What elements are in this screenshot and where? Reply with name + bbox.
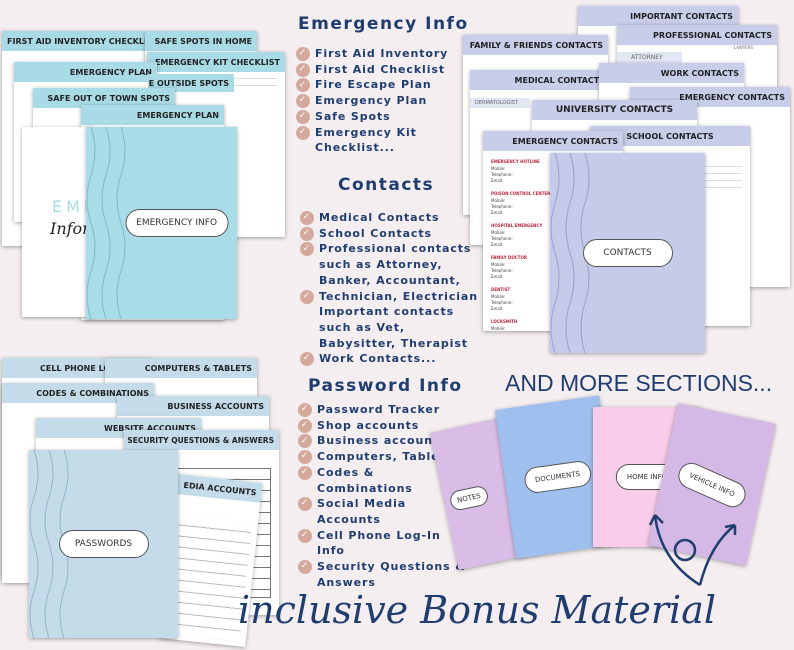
list-item-label: Cell Phone Log-In Info — [317, 528, 441, 558]
list-item: ✓ Emergency Plan — [296, 93, 456, 109]
check-icon: ✓ — [296, 125, 310, 140]
check-icon: ✓ — [300, 211, 314, 225]
check-icon: ✓ — [296, 94, 310, 109]
check-icon: ✓ — [296, 47, 310, 61]
list-item: ✓ First Aid Checklist — [296, 62, 456, 78]
list-item-label: Work Contacts... — [319, 352, 437, 366]
curly-arrows-icon — [648, 514, 737, 587]
contacts-cover: CONTACTS — [550, 153, 705, 353]
list-item: ✓ Fire Escape Plan — [296, 77, 456, 93]
check-icon: ✓ — [298, 465, 312, 480]
emergency-info-list: ✓ First Aid Inventory ✓ First Aid Checklist… — [296, 46, 456, 156]
check-icon: ✓ — [298, 403, 312, 417]
list-item-label: Professional contacts such as Attorney, … — [319, 242, 472, 287]
check-icon: ✓ — [296, 78, 310, 93]
check-icon: ✓ — [300, 242, 314, 257]
passwords-cover: PASSWORDS — [29, 450, 178, 638]
list-item: ✓ Security Questions & Answers — [298, 559, 468, 590]
check-icon: ✓ — [300, 226, 314, 241]
list-item: ✓ Social Media Accounts — [298, 496, 468, 527]
check-icon: ✓ — [298, 560, 312, 575]
check-icon: ✓ — [300, 289, 314, 304]
emergency-info-cover: EMERGENCY INFO — [86, 127, 237, 319]
list-item-label: First Aid Inventory — [315, 47, 449, 60]
check-icon: ✓ — [298, 497, 312, 512]
list-item: ✓ First Aid Inventory — [296, 46, 456, 62]
list-item-label: Password Tracker — [317, 403, 441, 416]
list-item: ✓ School Contacts — [300, 226, 485, 242]
list-item: ✓ Technician, Electrician Important conta… — [300, 289, 485, 352]
list-item-label: First Aid Checklist — [315, 62, 445, 76]
check-icon: ✓ — [296, 62, 310, 77]
check-icon: ✓ — [298, 450, 312, 465]
check-icon: ✓ — [300, 352, 314, 367]
list-item: ✓ Cell Phone Log-In Info — [298, 528, 468, 559]
list-item: ✓ Professional contacts such as Attorney,… — [300, 241, 485, 288]
list-item-label: Technician, Electrician Important contac… — [319, 289, 478, 350]
more-sections-heading: AND MORE SECTIONS... — [505, 370, 773, 396]
list-item-label: Medical Contacts — [319, 211, 440, 224]
bonus-material-script: inclusive Bonus Material — [238, 588, 717, 632]
list-item: ✓ Password Tracker — [298, 402, 468, 418]
list-item: ✓ Emergency Kit Checklist... — [296, 125, 456, 156]
contacts-heading: Contacts — [338, 175, 435, 195]
check-icon: ✓ — [298, 418, 312, 433]
contacts-list: ✓ Medical Contacts ✓ School Contacts ✓ Profes… — [300, 210, 485, 367]
intro-page: EMER Infor — [22, 127, 92, 317]
check-icon: ✓ — [296, 109, 310, 124]
password-info-heading: Password Info — [308, 376, 463, 396]
list-item-label: Emergency Plan — [315, 94, 428, 108]
list-item-label: Shop accounts — [317, 418, 420, 432]
list-item: ✓ Safe Spots — [296, 109, 456, 125]
list-item: ✓ Work Contacts... — [300, 351, 485, 367]
list-item-label: Business accounts — [317, 434, 447, 448]
check-icon: ✓ — [298, 528, 312, 543]
emergency-info-heading: Emergency Info — [298, 14, 469, 34]
list-item-label: Safe Spots — [315, 109, 391, 123]
list-item-label: Security Questions & Answers — [317, 560, 466, 589]
list-item-label: Emergency Kit Checklist... — [315, 125, 417, 155]
list-item-label: Fire Escape Plan — [315, 78, 432, 92]
check-icon: ✓ — [298, 434, 312, 449]
list-item-label: School Contacts — [319, 226, 432, 240]
list-item: ✓ Medical Contacts — [300, 210, 485, 226]
